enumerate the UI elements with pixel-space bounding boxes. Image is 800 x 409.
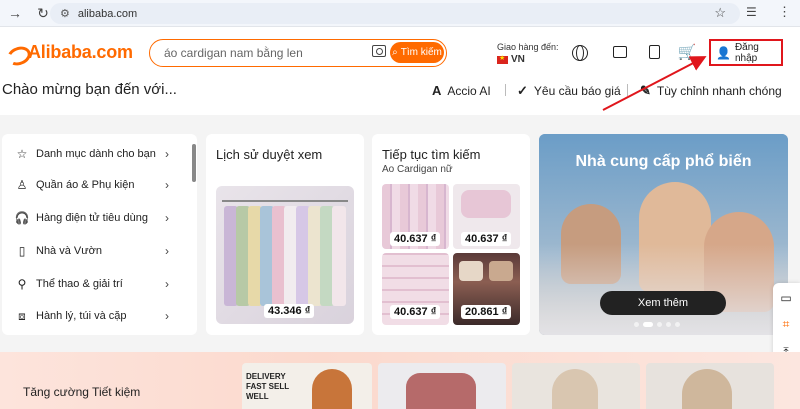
history-product-image[interactable]: 43.346 ₫ — [216, 186, 354, 324]
carousel-dot[interactable] — [634, 322, 639, 327]
divider — [505, 84, 506, 96]
racket-icon: ⚲ — [17, 277, 27, 291]
accio-ai-link[interactable]: A Accio AI — [432, 83, 491, 98]
search-button[interactable]: ⌕ Tìm kiếm — [390, 42, 444, 63]
category-scrollbar[interactable] — [192, 144, 196, 182]
search-input[interactable] — [164, 45, 364, 61]
carousel-dots — [634, 322, 680, 327]
chevron-right-icon: › — [165, 178, 169, 192]
back-arrow-icon[interactable]: → — [4, 2, 26, 24]
chevron-right-icon: › — [165, 211, 169, 225]
chevron-right-icon: › — [165, 309, 169, 323]
login-label: Đăng nhập — [734, 41, 759, 64]
carousel-dot[interactable] — [675, 322, 680, 327]
alibaba-logo-icon — [6, 43, 26, 63]
search-icon: ⌕ — [392, 47, 398, 58]
star-icon: ☆ — [16, 147, 28, 161]
category-label: Hành lý, túi và cặp — [36, 310, 127, 322]
promo-card[interactable] — [512, 363, 640, 409]
continue-search-card[interactable]: Tiếp tục tìm kiếm Ao Cardigan nữ 40.637 … — [372, 134, 530, 335]
product-price: 40.637 ₫ — [390, 232, 441, 246]
browsing-history-card[interactable]: Lịch sử duyệt xem 43.346 ₫ — [206, 134, 364, 335]
login-button[interactable]: 👤 Đăng nhập — [709, 39, 783, 66]
bookmark-star-icon[interactable]: ☆ — [714, 5, 726, 21]
promo-text: DELIVERY FAST SELL WELL — [246, 372, 289, 401]
see-more-button[interactable]: Xem thêm — [600, 291, 726, 315]
carousel-dot[interactable] — [643, 322, 653, 327]
site-settings-icon[interactable]: ⚙ — [60, 7, 70, 20]
dress-icon: ♙ — [16, 178, 28, 192]
custom-label: Tùy chỉnh nhanh chóng — [656, 84, 782, 98]
category-item[interactable]: ⚲ Thể thao & giải trí › — [2, 275, 187, 293]
product-thumbnail[interactable]: 40.637 ₫ — [382, 184, 449, 249]
accio-label: Accio AI — [447, 83, 491, 98]
divider — [627, 84, 628, 96]
deliver-to[interactable]: Giao hàng đến: VN — [497, 41, 559, 66]
browser-menu-icon[interactable]: ⋮ — [778, 4, 791, 20]
category-label: Danh mục dành cho bạn — [36, 148, 156, 160]
promo-card[interactable]: DELIVERY FAST SELL WELL — [242, 363, 372, 409]
deliver-label: Giao hàng đến: — [497, 42, 559, 52]
continue-subtitle: Ao Cardigan nữ — [382, 164, 453, 175]
vietnam-flag-icon — [497, 53, 508, 65]
promo-card[interactable] — [646, 363, 774, 409]
orders-icon[interactable] — [645, 43, 663, 61]
globe-icon[interactable] — [572, 45, 588, 61]
search-bar: ⌕ Tìm kiếm — [149, 39, 447, 67]
cabinet-icon: ▯ — [18, 244, 26, 258]
history-price: 43.346 ₫ — [264, 304, 315, 318]
camera-icon[interactable] — [372, 45, 386, 57]
rfq-link[interactable]: ✓ Yêu cầu báo giá — [517, 83, 621, 99]
chat-icon[interactable]: ▭ — [779, 291, 793, 305]
accio-logo-icon: A — [432, 83, 442, 98]
logo-text: Alibaba.com — [28, 42, 133, 62]
magic-wand-icon: ✎ — [640, 83, 651, 98]
rfq-label: Yêu cầu báo giá — [533, 84, 621, 98]
category-label: Thể thao & giải trí — [36, 278, 123, 290]
address-bar[interactable]: ⚙ alibaba.com ☆ — [50, 3, 740, 24]
product-price: 40.637 ₫ — [461, 232, 512, 246]
rfq-check-icon: ✓ — [517, 83, 528, 98]
search-button-label: Tìm kiếm — [400, 47, 442, 58]
carousel-dot[interactable] — [666, 322, 671, 327]
category-item[interactable]: ☆ Danh mục dành cho bạn › — [2, 140, 187, 168]
product-price: 20.861 ₫ — [461, 305, 512, 319]
savings-label: Tăng cường Tiết kiệm — [23, 385, 141, 399]
chevron-right-icon: › — [165, 244, 169, 258]
deliver-country: VN — [511, 54, 525, 65]
welcome-text: Chào mừng bạn đến với... — [2, 81, 177, 98]
product-thumbnail[interactable]: 40.637 ₫ — [382, 253, 449, 325]
promo-card[interactable] — [378, 363, 506, 409]
category-item[interactable]: ▯ Nhà và Vườn › — [2, 242, 187, 260]
chevron-right-icon: › — [165, 277, 169, 291]
browser-toolbar: → ↻ ⚙ alibaba.com ☆ ☰ ⋮ — [0, 0, 800, 27]
category-item[interactable]: ♙ Quần áo & Phụ kiện › — [2, 176, 187, 194]
history-title: Lịch sử duyệt xem — [216, 147, 323, 162]
product-price: 40.637 ₫ — [390, 305, 441, 319]
messages-icon[interactable] — [611, 43, 629, 61]
headphones-icon: 🎧 — [14, 211, 30, 225]
popular-suppliers-banner[interactable]: Nhà cung cấp phổ biến Xem thêm — [539, 134, 788, 335]
banner-title: Nhà cung cấp phổ biến — [575, 153, 752, 170]
category-label: Nhà và Vườn — [36, 245, 102, 257]
cart-icon[interactable]: 🛒 — [678, 43, 697, 61]
scan-icon[interactable]: ⌗ — [779, 317, 793, 331]
product-thumbnail[interactable]: 40.637 ₫ — [453, 184, 520, 249]
product-thumbnail[interactable]: 20.861 ₫ — [453, 253, 520, 325]
category-item[interactable]: 🎧 Hàng điện tử tiêu dùng › — [2, 209, 187, 227]
category-panel: ☆ Danh mục dành cho bạn › ♙ Quần áo & Ph… — [2, 134, 197, 335]
tab-search-icon[interactable]: ☰ — [746, 5, 757, 19]
carousel-dot[interactable] — [657, 322, 662, 327]
chevron-right-icon: › — [165, 147, 169, 161]
alibaba-logo[interactable]: Alibaba.com — [6, 42, 133, 63]
category-label: Quần áo & Phụ kiện — [36, 179, 135, 191]
continue-title: Tiếp tục tìm kiếm — [382, 147, 481, 162]
category-item[interactable]: ⧈ Hành lý, túi và cặp › — [2, 307, 187, 325]
category-label: Hàng điện tử tiêu dùng — [36, 212, 148, 224]
quick-customize-link[interactable]: ✎ Tùy chỉnh nhanh chóng — [640, 83, 782, 99]
user-icon: 👤 — [716, 45, 731, 60]
luggage-icon: ⧈ — [18, 308, 26, 323]
url-text: alibaba.com — [77, 7, 138, 20]
